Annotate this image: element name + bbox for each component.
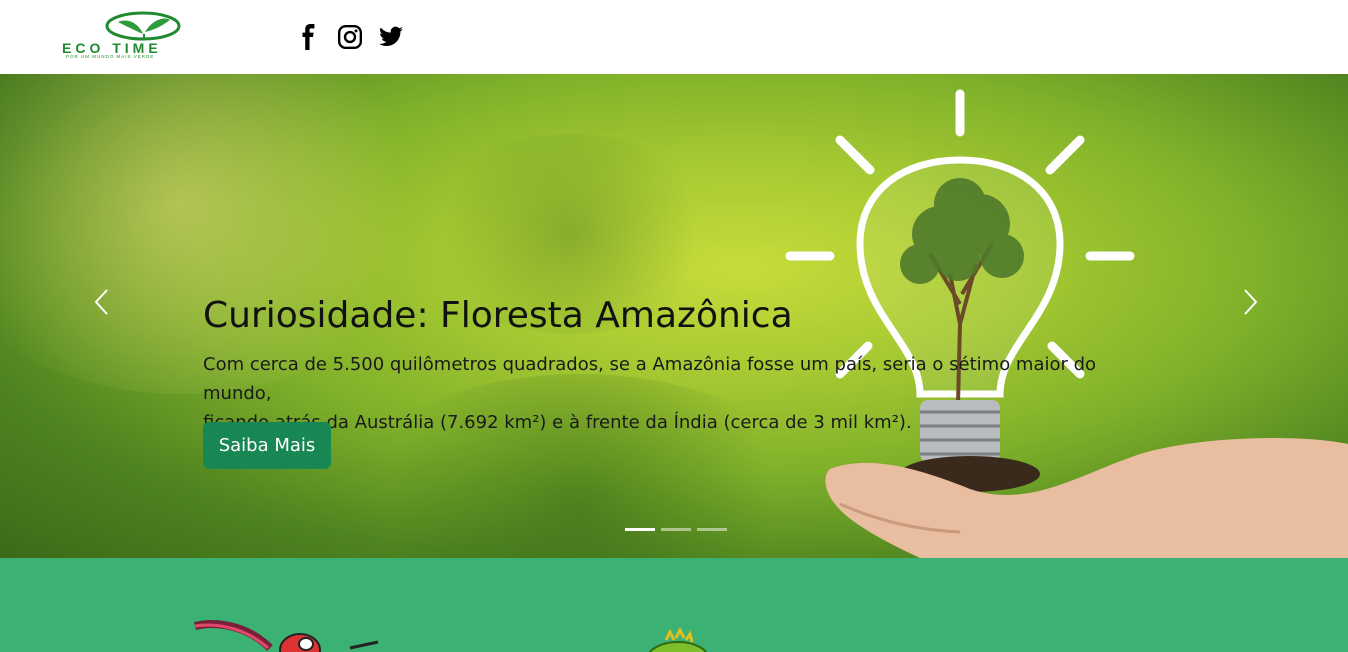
navbar: ECO TIME POR UM MUNDO MAIS VERDE bbox=[0, 0, 1348, 74]
logo-tagline: POR UM MUNDO MAIS VERDE bbox=[66, 54, 155, 59]
carousel-caption: Curiosidade: Floresta Amazônica Com cerc… bbox=[203, 294, 1163, 437]
slide-description: Com cerca de 5.500 quilômetros quadrados… bbox=[203, 350, 1163, 437]
plant-character-icon bbox=[648, 628, 708, 652]
carousel-indicator[interactable] bbox=[661, 528, 691, 531]
facebook-icon[interactable] bbox=[296, 24, 322, 50]
hero-carousel: Curiosidade: Floresta Amazônica Com cerc… bbox=[0, 74, 1348, 558]
twitter-icon[interactable] bbox=[378, 24, 404, 50]
carousel-indicator[interactable] bbox=[697, 528, 727, 531]
carousel-indicator[interactable] bbox=[625, 528, 655, 531]
cartoon-character-icon bbox=[194, 620, 379, 652]
chevron-right-icon[interactable] bbox=[1240, 288, 1260, 316]
instagram-icon[interactable] bbox=[337, 24, 363, 50]
features-section bbox=[0, 558, 1348, 652]
eco-time-logo[interactable]: ECO TIME POR UM MUNDO MAIS VERDE bbox=[60, 10, 226, 64]
chevron-left-icon[interactable] bbox=[92, 288, 112, 316]
slide-title: Curiosidade: Floresta Amazônica bbox=[203, 295, 793, 336]
carousel-indicators bbox=[625, 528, 727, 531]
saiba-mais-button[interactable]: Saiba Mais bbox=[203, 422, 331, 469]
slide-description-line: Com cerca de 5.500 quilômetros quadrados… bbox=[203, 354, 1097, 404]
